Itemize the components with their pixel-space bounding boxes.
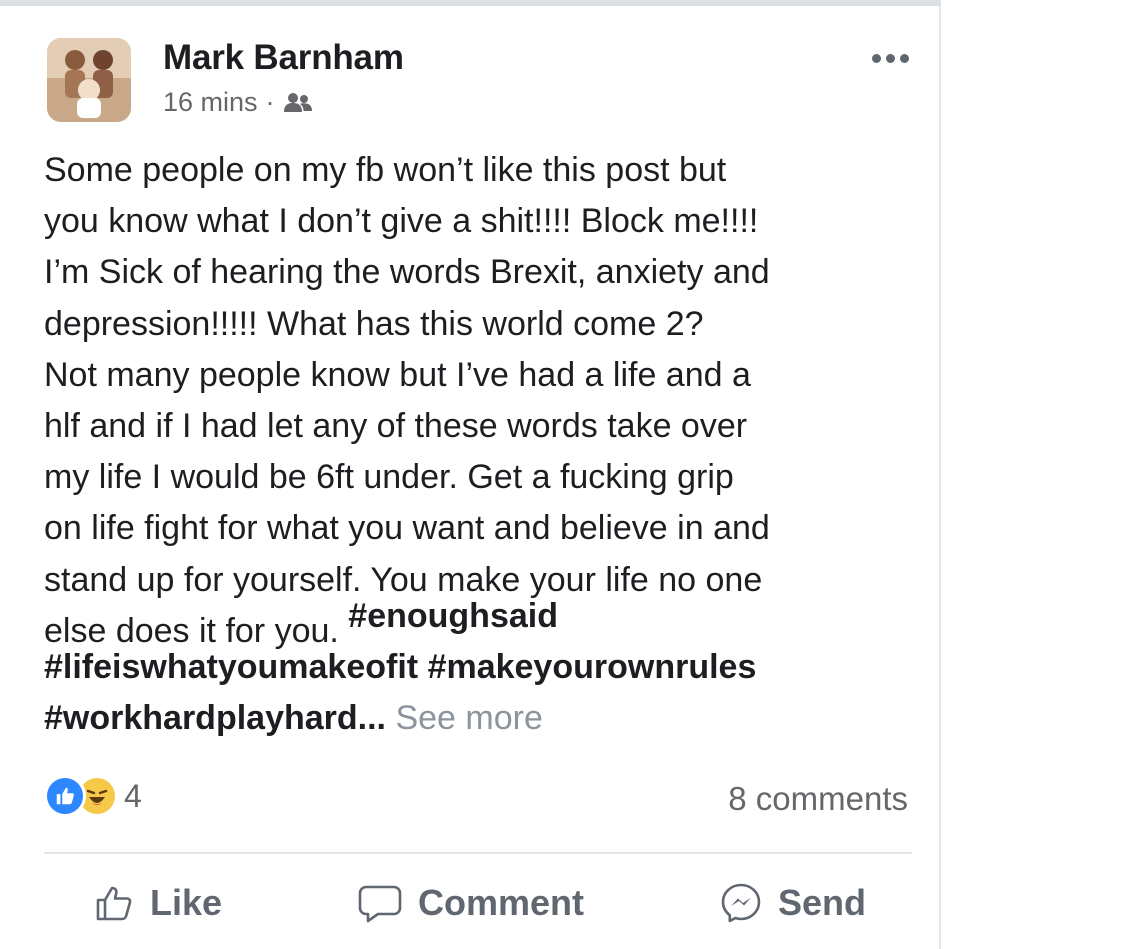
comment-button[interactable]: Comment [358,882,584,924]
author-name[interactable]: Mark Barnham [163,38,404,78]
card-top-edge [0,0,941,6]
hashtag-enoughsaid[interactable]: #enoughsaid [348,597,558,635]
friends-icon[interactable] [283,91,313,115]
send-button[interactable]: Send [720,882,866,924]
comment-label: Comment [418,882,585,923]
hashtag-lifeiswhatyoumakeofit[interactable]: #lifeiswhatyoumakeofit [44,648,418,686]
comment-icon [358,885,402,923]
actions-divider [44,852,912,854]
dot-icon [871,53,881,63]
post-card: Mark Barnham 16 mins · Some people on my… [0,0,941,949]
dot-icon [899,53,909,63]
thumbs-up-icon [56,787,74,805]
like-reaction-icon [44,775,86,817]
avatar-photo-icon [47,38,131,122]
post-timestamp[interactable]: 16 mins [163,87,258,118]
reaction-count: 4 [124,777,142,814]
laughing-face-icon [86,789,108,805]
post-hashtags: else does it for you. #enoughsaid #lifei… [44,591,924,745]
more-options-button[interactable] [862,46,918,70]
post-actions-bar: Like Comment Send [44,864,912,942]
hashtag-makeyourownrules[interactable]: #makeyourownrules [428,648,757,686]
like-icon [96,886,132,921]
comments-count-link[interactable]: 8 comments [728,780,908,818]
avatar[interactable] [47,38,131,122]
messenger-icon [721,883,761,923]
post-body: Some people on my fb won’t like this pos… [44,151,770,650]
dot-icon [885,53,895,63]
hashtag-workhardplayhard[interactable]: #workhardplayhard... [44,699,386,737]
meta-separator: · [265,87,275,117]
post-meta: 16 mins · [163,87,313,118]
screenshot-page: Mark Barnham 16 mins · Some people on my… [0,0,1123,949]
send-label: Send [777,882,866,923]
reactions-summary[interactable]: 4 [44,775,142,817]
like-button[interactable]: Like [94,882,222,924]
like-label: Like [150,882,223,923]
see-more-link[interactable]: See more [395,699,542,737]
